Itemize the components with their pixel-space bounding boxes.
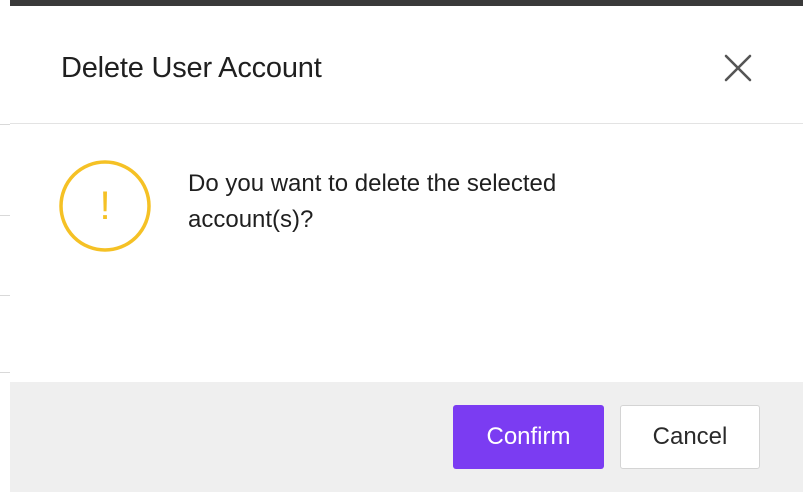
row-divider xyxy=(0,372,10,373)
row-divider xyxy=(0,124,10,125)
close-icon xyxy=(724,54,752,82)
dialog-body: ! Do you want to delete the selected acc… xyxy=(10,124,803,382)
warning-glyph: ! xyxy=(99,184,110,228)
confirmation-message: Do you want to delete the selected accou… xyxy=(188,170,557,233)
confirm-button[interactable]: Confirm xyxy=(453,405,604,469)
background-page-edge xyxy=(0,0,10,492)
delete-user-dialog: Delete User Account ! Do you want to del… xyxy=(10,6,803,492)
cancel-button[interactable]: Cancel xyxy=(620,405,760,469)
row-divider xyxy=(0,215,10,216)
dialog-title: Delete User Account xyxy=(61,52,322,84)
warning-icon: ! xyxy=(59,160,151,252)
row-divider xyxy=(0,295,10,296)
close-button[interactable] xyxy=(716,48,760,88)
dialog-footer: Confirm Cancel xyxy=(10,382,803,492)
screen: Delete User Account ! Do you want to del… xyxy=(0,0,803,492)
dialog-header: Delete User Account xyxy=(10,6,803,124)
